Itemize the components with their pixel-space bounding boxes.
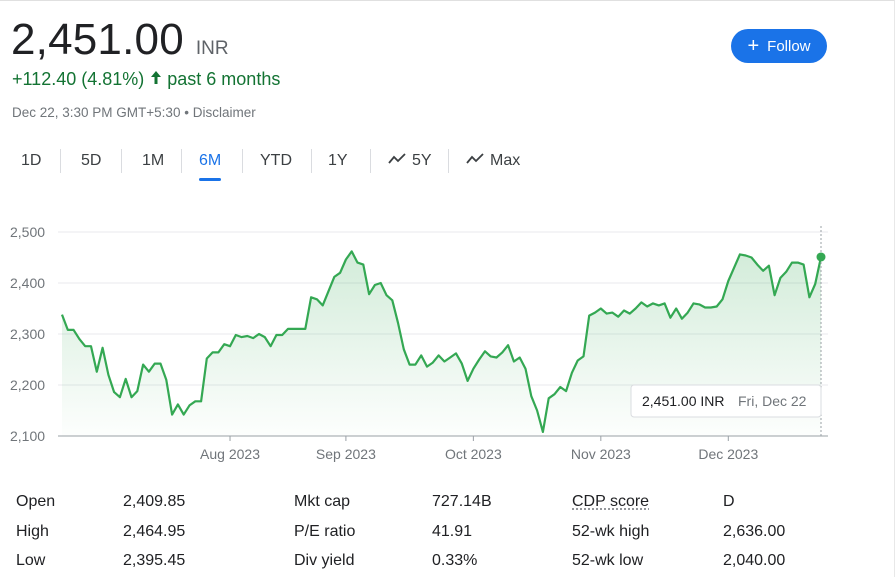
y-tick-label: 2,500 xyxy=(10,224,45,240)
active-tab-indicator xyxy=(199,178,222,181)
meta-separator: • xyxy=(180,105,193,120)
stat-value-mkt-cap: 727.14B xyxy=(432,493,492,510)
disclaimer-link[interactable]: Disclaimer xyxy=(193,105,256,120)
stat-label-low: Low xyxy=(16,552,46,569)
stat-value-cdp-score: D xyxy=(723,493,735,510)
stat-value-low: 2,395.45 xyxy=(123,552,186,569)
stat-value-52wk-low: 2,040.00 xyxy=(723,552,786,569)
tab-max[interactable]: Max xyxy=(466,143,520,179)
x-tick-label: Aug 2023 xyxy=(200,446,260,462)
tooltip-value: 2,451.00 INR xyxy=(642,393,725,409)
stat-label-open: Open xyxy=(16,493,56,510)
current-point-marker xyxy=(816,252,826,262)
follow-label: Follow xyxy=(767,37,811,55)
tab-1d[interactable]: 1D xyxy=(21,143,41,179)
tab-label: 1Y xyxy=(328,152,348,169)
tab-ytd[interactable]: YTD xyxy=(260,143,292,179)
tab-6m[interactable]: 6M xyxy=(199,143,222,181)
stat-value-pe-ratio: 41.91 xyxy=(432,523,473,540)
tab-1y[interactable]: 1Y xyxy=(328,143,348,179)
quote-timestamp: Dec 22, 3:30 PM GMT+5:30 xyxy=(12,105,181,120)
tab-divider xyxy=(242,149,243,173)
tab-divider xyxy=(311,149,312,173)
tab-label: 5D xyxy=(81,152,102,169)
y-tick-label: 2,400 xyxy=(10,275,45,291)
x-tick-label: Oct 2023 xyxy=(445,446,502,462)
price-chart[interactable]: 2,500 2,400 2,300 2,200 2,100 Aug 2023 Sep 20… xyxy=(0,201,895,476)
tab-divider xyxy=(448,149,449,173)
current-price: 2,451.00 xyxy=(11,15,184,64)
arrow-up-icon xyxy=(150,69,162,90)
stat-value-div-yield: 0.33% xyxy=(432,552,478,569)
stat-label-div-yield: Div yield xyxy=(294,552,355,569)
tab-label: 1D xyxy=(21,152,42,169)
stat-label-cdp-score[interactable]: CDP score xyxy=(572,493,649,511)
price-header: 2,451.00 INR xyxy=(11,15,229,65)
stat-label-52wk-low: 52-wk low xyxy=(572,552,644,569)
stat-label-mkt-cap: Mkt cap xyxy=(294,493,351,510)
tab-5y[interactable]: 5Y xyxy=(388,143,432,179)
range-tabs: 1D 5D 1M 6M YTD 1Y 5Y Max xyxy=(0,143,560,183)
stat-value-52wk-high: 2,636.00 xyxy=(723,523,786,540)
quote-meta: Dec 22, 3:30 PM GMT+5:30 • Disclaimer xyxy=(12,105,256,120)
tab-divider xyxy=(121,149,122,173)
tab-label: 5Y xyxy=(412,152,432,169)
x-tick-label: Sep 2023 xyxy=(316,446,376,462)
price-change: +112.40 (4.81%) past 6 months xyxy=(12,69,280,90)
y-tick-label: 2,100 xyxy=(10,428,45,444)
x-tick-label: Dec 2023 xyxy=(698,446,758,462)
y-tick-label: 2,300 xyxy=(10,326,45,342)
y-tick-label: 2,200 xyxy=(10,377,45,393)
price-tooltip: 2,451.00 INR Fri, Dec 22 xyxy=(630,384,822,418)
tab-label: 6M xyxy=(199,152,222,169)
stat-label-pe-ratio: P/E ratio xyxy=(294,523,356,540)
tab-divider xyxy=(60,149,61,173)
currency-code: INR xyxy=(195,38,229,59)
change-value: +112.40 (4.81%) xyxy=(12,69,145,89)
tab-5d[interactable]: 5D xyxy=(81,143,101,179)
stat-value-high: 2,464.95 xyxy=(123,523,186,540)
tooltip-date: Fri, Dec 22 xyxy=(738,393,807,409)
stat-value-open: 2,409.85 xyxy=(123,493,186,510)
tab-label: 1M xyxy=(142,152,165,169)
stat-label-52wk-high: 52-wk high xyxy=(572,523,650,540)
x-tick-label: Nov 2023 xyxy=(571,446,631,462)
plus-icon: + xyxy=(747,35,760,57)
change-period: past 6 months xyxy=(167,69,281,89)
trend-icon xyxy=(466,152,484,170)
tab-1m[interactable]: 1M xyxy=(142,143,164,179)
tab-label: Max xyxy=(490,152,521,169)
tab-divider xyxy=(370,149,371,173)
tab-divider xyxy=(181,149,182,173)
tab-label: YTD xyxy=(260,152,292,169)
finance-card: 2,451.00 INR +112.40 (4.81%) past 6 mont… xyxy=(0,0,895,577)
trend-icon xyxy=(388,152,406,170)
stat-label-high: High xyxy=(16,523,49,540)
follow-button[interactable]: + Follow xyxy=(731,29,827,63)
